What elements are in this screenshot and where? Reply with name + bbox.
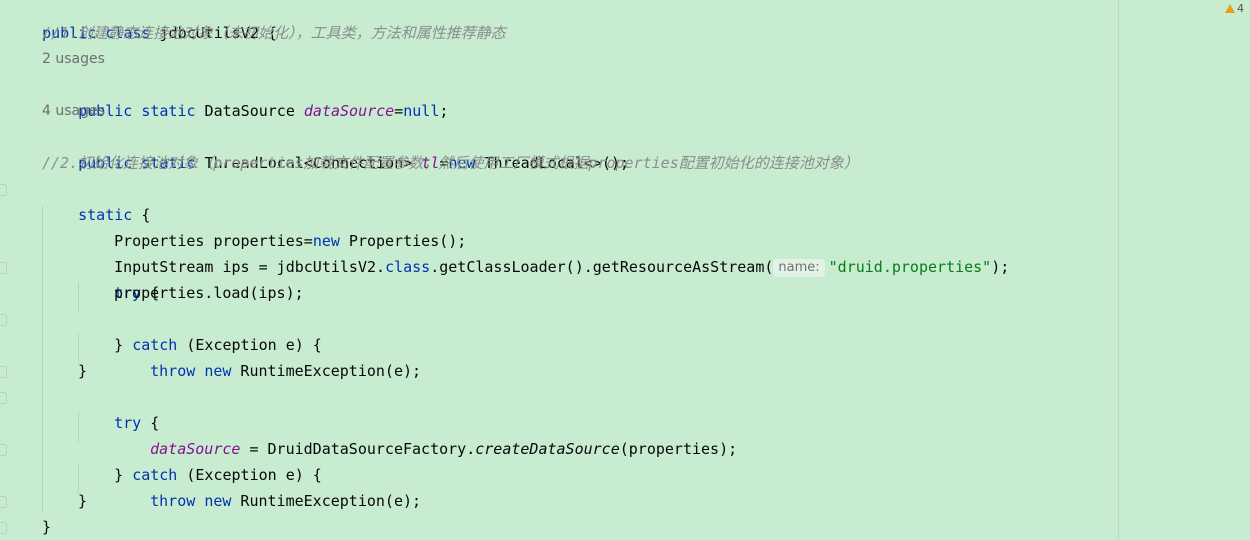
code-text: ); <box>991 258 1010 276</box>
code-line-throw[interactable]: throw new RuntimeException(e); <box>114 332 421 380</box>
code-line-try[interactable]: try { <box>78 254 159 302</box>
code-line-close-brace[interactable]: } <box>42 514 51 540</box>
right-margin-guide <box>1118 0 1119 540</box>
fold-marker[interactable] <box>0 496 7 508</box>
code-editor[interactable]: 4 public class jdbcUtilsV2 { //1.创建静态连接池… <box>0 0 1250 540</box>
keyword: class <box>385 258 431 276</box>
code-line-properties-init[interactable]: Properties properties=new Properties(); <box>78 202 466 250</box>
code-line-try[interactable]: try { <box>78 384 159 432</box>
code-line-create-datasource[interactable]: dataSource = DruidDataSourceFactory.crea… <box>114 410 737 458</box>
code-comment[interactable]: //1.创建静态连接池对象（未初始化），工具类，方法和属性推荐静态 <box>42 20 506 46</box>
code-line-inputstream[interactable]: InputStream ips = jdbcUtilsV2.class.getC… <box>78 228 1009 277</box>
keyword: throw <box>150 492 196 510</box>
code-line-static-block[interactable]: static { <box>42 176 150 224</box>
keyword: new <box>204 362 232 380</box>
keyword: throw <box>150 362 196 380</box>
code-comment[interactable]: //2.初始化连接池对象（properties加载文件配置参数，然后使用工厂模式… <box>42 150 859 176</box>
code-line-close-brace[interactable]: } <box>78 488 87 514</box>
code-text: RuntimeException(e); <box>231 492 422 510</box>
warning-icon <box>1225 4 1235 13</box>
parameter-name-hint: name: <box>773 259 825 277</box>
code-line-throw[interactable]: throw new RuntimeException(e); <box>114 462 421 510</box>
code-text: = <box>394 102 404 120</box>
usages-hint[interactable]: 4 usages <box>42 98 105 124</box>
code-text: DataSource <box>195 102 304 120</box>
keyword: new <box>204 492 232 510</box>
fold-marker[interactable] <box>0 366 7 378</box>
inspection-widget[interactable]: 4 <box>1225 2 1244 15</box>
field-name: dataSource <box>303 102 395 120</box>
keyword: null <box>403 102 440 120</box>
warning-count: 4 <box>1237 2 1244 15</box>
fold-marker[interactable] <box>0 314 7 326</box>
code-line-catch[interactable]: } catch (Exception e) { <box>78 306 322 354</box>
fold-marker[interactable] <box>0 444 7 456</box>
code-line-load[interactable]: properties.load(ips); <box>114 280 304 306</box>
keyword: static <box>141 102 196 120</box>
string-literal: "druid.properties" <box>828 258 992 276</box>
usages-hint[interactable]: 2 usages <box>42 46 105 72</box>
code-line-catch[interactable]: } catch (Exception e) { <box>78 436 322 484</box>
code-text: RuntimeException(e); <box>231 362 422 380</box>
code-text: (properties); <box>619 440 738 458</box>
code-line-class-declaration[interactable]: public class jdbcUtilsV2 { <box>6 0 277 42</box>
fold-marker[interactable] <box>0 184 7 196</box>
fold-marker[interactable] <box>0 522 7 534</box>
code-text: ; <box>439 102 449 120</box>
code-line-threadlocal-field[interactable]: public static ThreadLocal<Connection> tl… <box>42 124 629 172</box>
code-line-close-brace[interactable]: } <box>78 358 87 384</box>
fold-marker[interactable] <box>0 262 7 274</box>
fold-marker[interactable] <box>0 392 7 404</box>
code-text: .getClassLoader().getResourceAsStream( <box>430 258 774 276</box>
static-method-name: createDataSource <box>475 440 620 458</box>
code-line-datasource-field[interactable]: public static DataSource dataSource=null… <box>42 72 448 120</box>
